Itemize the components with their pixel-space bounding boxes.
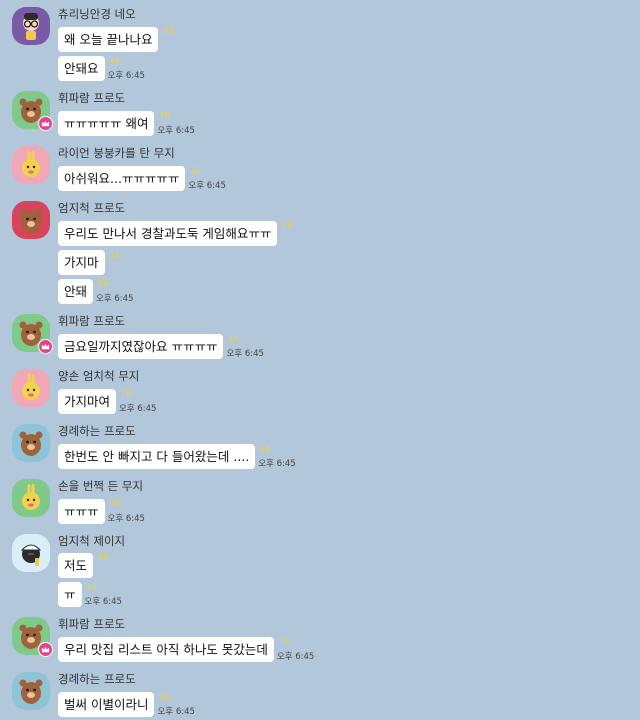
unread-count: 16 bbox=[159, 692, 170, 701]
crown-badge-icon bbox=[38, 116, 53, 131]
message-row: 안돼요 16 오후 6:45 bbox=[58, 56, 168, 81]
message-row: 한번도 안 빠지고 다 들어왔는데 .... 16 오후 6:45 bbox=[58, 444, 318, 469]
message-time: 오후 6:45 bbox=[188, 181, 226, 191]
neo-icon[interactable] bbox=[12, 7, 50, 45]
message-time: 오후 6:45 bbox=[96, 294, 134, 304]
muzi-icon[interactable] bbox=[12, 146, 50, 184]
unread-count: 16 bbox=[98, 553, 109, 562]
sender-name: 츄리닝안경 네오 bbox=[58, 7, 136, 21]
message-row: 우리 맛집 리스트 아직 하나도 못갔는데 16 오후 6:45 bbox=[58, 637, 337, 662]
unread-count: 16 bbox=[163, 27, 174, 36]
message-bubble[interactable]: 가지마 bbox=[58, 250, 105, 275]
unread-count: 16 bbox=[109, 250, 120, 259]
message-time: 오후 6:45 bbox=[276, 652, 315, 662]
unread-count: 16 bbox=[260, 444, 271, 453]
message-time: 오후 6:45 bbox=[119, 404, 157, 414]
unread-count: 16 bbox=[278, 637, 290, 646]
message-bubble[interactable]: 가지마여 bbox=[58, 389, 117, 414]
message-row: 저도 16 bbox=[58, 553, 156, 578]
muzi-icon[interactable] bbox=[12, 369, 50, 407]
unread-count: 16 bbox=[109, 56, 120, 65]
sender-name: 라이언 붕붕카를 탄 무지 bbox=[58, 146, 175, 160]
message-bubble[interactable]: 벌써 이별이라니 bbox=[58, 692, 155, 717]
message-bubble[interactable]: 한번도 안 빠지고 다 들어왔는데 .... bbox=[58, 444, 256, 469]
message-bubble[interactable]: 금요일까지였잖아요 ㅠㅠㅠㅠ bbox=[58, 334, 224, 359]
unread-count: 16 bbox=[86, 582, 97, 591]
message-time: 오후 6:45 bbox=[84, 597, 122, 607]
frodo-icon[interactable] bbox=[12, 672, 50, 710]
message-bubble[interactable]: 왜 오늘 끝나나요 bbox=[58, 27, 159, 52]
message-time: 오후 6:45 bbox=[107, 71, 145, 81]
message-bubble[interactable]: ㅠㅠㅠㅠㅠ 왜여 bbox=[58, 111, 155, 136]
unread-count: 16 bbox=[190, 166, 201, 175]
frodo-icon[interactable] bbox=[12, 617, 53, 657]
message-time: 오후 6:45 bbox=[258, 459, 296, 469]
message-bubble[interactable]: ㅠㅠㅠ bbox=[58, 499, 105, 524]
message-row: 우리도 만나서 경찰과도둑 게임해요ㅠㅠ 16 bbox=[58, 221, 340, 246]
message-time: 오후 6:45 bbox=[157, 707, 195, 717]
sender-name: 휘파람 프로도 bbox=[58, 91, 126, 105]
sender-name: 엄지척 프로도 bbox=[58, 201, 126, 215]
message-bubble[interactable]: 우리도 만나서 경찰과도둑 게임해요ㅠㅠ bbox=[58, 221, 278, 246]
message-bubble[interactable]: 안돼요 bbox=[58, 56, 105, 81]
message-bubble[interactable]: ㅠ bbox=[58, 582, 82, 607]
message-row: 금요일까지였잖아요 ㅠㅠㅠㅠ 16 오후 6:45 bbox=[58, 334, 286, 359]
frodo-icon[interactable] bbox=[12, 424, 50, 462]
crown-badge-icon bbox=[38, 642, 53, 657]
message-bubble[interactable]: 아쉬워요...ㅠㅠㅠㅠㅠ bbox=[58, 166, 186, 191]
unread-count: 16 bbox=[228, 334, 239, 343]
message-row: 가지마 16 bbox=[58, 250, 168, 275]
jayg-icon[interactable] bbox=[12, 534, 50, 572]
message-bubble[interactable]: 안돼 bbox=[58, 279, 94, 304]
sender-name: 엄지척 제이지 bbox=[58, 534, 126, 548]
sender-name: 휘파람 프로도 bbox=[58, 617, 126, 631]
sender-name: 경례하는 프로도 bbox=[58, 672, 136, 686]
unread-count: 16 bbox=[121, 389, 132, 398]
message-row: ㅠ 16 오후 6:45 bbox=[58, 582, 145, 607]
message-row: ㅠㅠㅠㅠㅠ 왜여 16 오후 6:45 bbox=[58, 111, 217, 136]
frodo-icon[interactable] bbox=[12, 314, 53, 354]
message-row: 안돼 16 오후 6:45 bbox=[58, 279, 156, 304]
message-bubble[interactable]: 저도 bbox=[58, 553, 94, 578]
unread-count: 16 bbox=[282, 221, 293, 230]
sender-name: 양손 엄치척 무지 bbox=[58, 369, 140, 383]
frodo-icon[interactable] bbox=[12, 91, 53, 131]
sender-name: 휘파람 프로도 bbox=[58, 314, 126, 328]
unread-count: 16 bbox=[159, 111, 170, 120]
unread-count: 16 bbox=[109, 499, 120, 508]
message-row: ㅠㅠㅠ 16 오후 6:45 bbox=[58, 499, 168, 524]
message-row: 아쉬워요...ㅠㅠㅠㅠㅠ 16 오후 6:45 bbox=[58, 166, 248, 191]
message-row: 왜 오늘 끝나나요 16 bbox=[58, 27, 221, 52]
message-row: 가지마여 16 오후 6:45 bbox=[58, 389, 179, 414]
message-time: 오후 6:45 bbox=[157, 126, 195, 136]
message-row: 벌써 이별이라니 16 오후 6:45 bbox=[58, 692, 217, 717]
crown-badge-icon bbox=[38, 339, 53, 354]
message-bubble[interactable]: 우리 맛집 리스트 아직 하나도 못갔는데 bbox=[58, 637, 274, 662]
message-time: 오후 6:45 bbox=[226, 349, 264, 359]
unread-count: 16 bbox=[98, 279, 109, 288]
sender-name: 손을 번쩍 든 무지 bbox=[58, 479, 144, 493]
message-time: 오후 6:45 bbox=[107, 514, 145, 524]
muzi-icon[interactable] bbox=[12, 479, 50, 517]
sender-name: 경례하는 프로도 bbox=[58, 424, 136, 438]
frodo-icon[interactable] bbox=[12, 201, 50, 239]
